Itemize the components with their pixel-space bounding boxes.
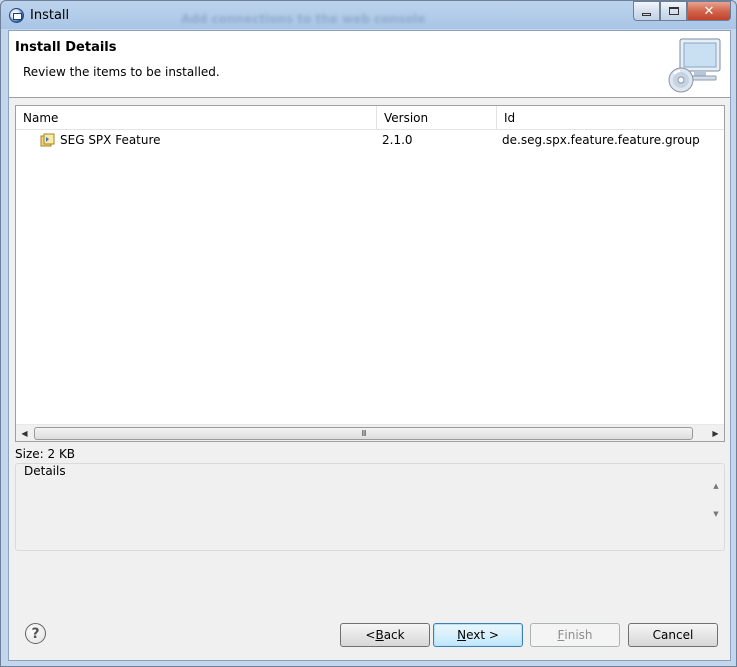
scroll-thumb[interactable]: III [34, 427, 693, 440]
install-banner-icon [668, 38, 721, 93]
column-header-id[interactable]: Id [497, 106, 724, 130]
finish-button[interactable]: Finish [530, 623, 620, 647]
row-version: 2.1.0 [382, 133, 413, 147]
table-row[interactable]: SEG SPX Feature 2.1.0 de.seg.spx.feature… [16, 130, 724, 150]
next-label: ext > [466, 628, 499, 642]
install-window: Install Add connections to the web conso… [0, 0, 737, 667]
horizontal-scrollbar[interactable]: ◀ III ▶ [16, 424, 724, 441]
details-label: Details [22, 464, 68, 478]
minimize-icon [642, 12, 651, 16]
page-description: Review the items to be installed. [23, 65, 220, 79]
close-button[interactable]: ✕ [687, 1, 731, 21]
back-prefix: < [365, 628, 376, 642]
table-header: Name Version Id [16, 106, 724, 130]
details-group: Details ▲ ▼ [15, 463, 725, 551]
scroll-left-icon[interactable]: ◀ [16, 425, 33, 442]
column-header-name[interactable]: Name [16, 106, 377, 130]
finish-label: inish [564, 628, 593, 642]
page-title: Install Details [15, 40, 117, 55]
feature-icon [40, 133, 55, 147]
back-label: ack [383, 628, 405, 642]
help-icon: ? [31, 625, 40, 642]
row-name: SEG SPX Feature [60, 133, 161, 147]
scroll-down-icon[interactable]: ▼ [710, 508, 722, 520]
row-id: de.seg.spx.feature.feature.group [502, 133, 700, 147]
back-mnemonic: B [375, 628, 384, 642]
finish-mnemonic: F [557, 628, 565, 642]
help-button[interactable]: ? [25, 623, 46, 644]
wizard-header: Install Details Review the items to be i… [9, 31, 730, 98]
app-icon [9, 8, 24, 23]
scroll-up-icon[interactable]: ▲ [710, 480, 722, 492]
scroll-grip-icon: III [361, 429, 366, 438]
size-label: Size: 2 KB [15, 447, 76, 461]
back-button[interactable]: < Back [340, 623, 430, 647]
scroll-right-icon[interactable]: ▶ [707, 425, 724, 442]
install-items-table[interactable]: Name Version Id SEG SPX Feature 2.1.0 de… [15, 105, 725, 442]
background-window-text: Add connections to the web console [181, 12, 426, 26]
next-mnemonic: N [457, 628, 467, 642]
column-header-version[interactable]: Version [377, 106, 497, 130]
window-title: Install [30, 8, 70, 23]
dialog-client-area: Install Details Review the items to be i… [8, 30, 731, 661]
cancel-button[interactable]: Cancel [628, 623, 718, 647]
maximize-icon [668, 7, 679, 15]
maximize-button[interactable] [660, 1, 687, 21]
next-button[interactable]: Next > [433, 623, 523, 647]
close-icon: ✕ [703, 3, 715, 19]
minimize-button[interactable] [633, 1, 660, 21]
title-bar[interactable]: Install Add connections to the web conso… [1, 1, 737, 30]
